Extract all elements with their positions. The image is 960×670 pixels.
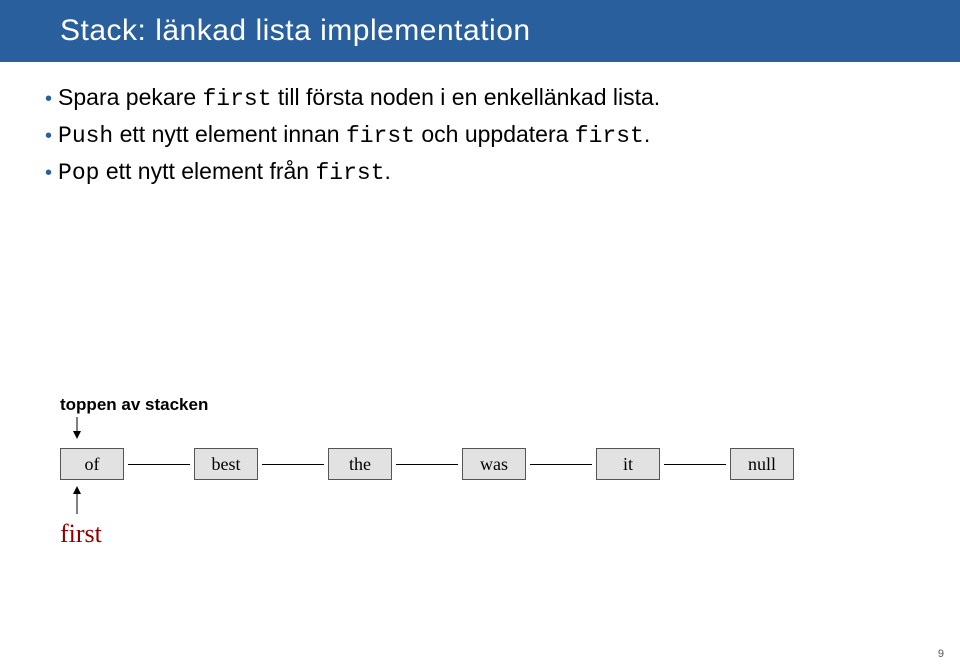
- list-node: best: [194, 448, 258, 480]
- page-title: Stack: länkad lista implementation: [60, 14, 531, 47]
- text-fragment: och uppdatera: [415, 121, 575, 147]
- list-node: of: [60, 448, 124, 480]
- arrow-up-icon: [70, 486, 84, 514]
- bullet-item: • Push ett nytt element innan first och …: [45, 119, 900, 152]
- bullet-dot-icon: •: [45, 160, 52, 187]
- text-fragment: .: [644, 121, 650, 147]
- code-fragment: Push: [58, 123, 113, 149]
- arrow-down-icon: [70, 417, 84, 439]
- code-fragment: Pop: [58, 160, 99, 186]
- link-line-icon: [530, 464, 592, 465]
- bullet-dot-icon: •: [45, 86, 52, 113]
- list-node: was: [462, 448, 526, 480]
- page-number: 9: [938, 648, 944, 660]
- link-line-icon: [262, 464, 324, 465]
- text-fragment: ett nytt element från: [99, 158, 315, 184]
- content-area: • Spara pekare first till första noden i…: [0, 62, 960, 189]
- code-fragment: first: [575, 123, 644, 149]
- text-fragment: till första noden i en enkellänkad lista…: [272, 84, 661, 110]
- link-line-icon: [396, 464, 458, 465]
- bullet-text: Spara pekare first till första noden i e…: [58, 82, 660, 115]
- bullet-text: Pop ett nytt element från first.: [58, 156, 391, 189]
- bullet-text: Push ett nytt element innan first och up…: [58, 119, 650, 152]
- text-fragment: Spara pekare: [58, 84, 202, 110]
- text-fragment: ett nytt element innan: [113, 121, 346, 147]
- title-bar: Stack: länkad lista implementation: [0, 0, 960, 62]
- linked-list-diagram: toppen av stacken of best the was it nul…: [60, 395, 900, 549]
- code-fragment: first: [203, 86, 272, 112]
- list-node-null: null: [730, 448, 794, 480]
- link-line-icon: [128, 464, 190, 465]
- code-fragment: first: [346, 123, 415, 149]
- link-line-icon: [664, 464, 726, 465]
- diagram-caption: toppen av stacken: [60, 395, 900, 415]
- bullet-dot-icon: •: [45, 123, 52, 150]
- list-node: it: [596, 448, 660, 480]
- first-pointer-label: first: [60, 519, 900, 549]
- text-fragment: .: [385, 158, 391, 184]
- list-node: the: [328, 448, 392, 480]
- linked-list-row: of best the was it null: [60, 448, 900, 480]
- code-fragment: first: [316, 160, 385, 186]
- bullet-item: • Spara pekare first till första noden i…: [45, 82, 900, 115]
- bullet-item: • Pop ett nytt element från first.: [45, 156, 900, 189]
